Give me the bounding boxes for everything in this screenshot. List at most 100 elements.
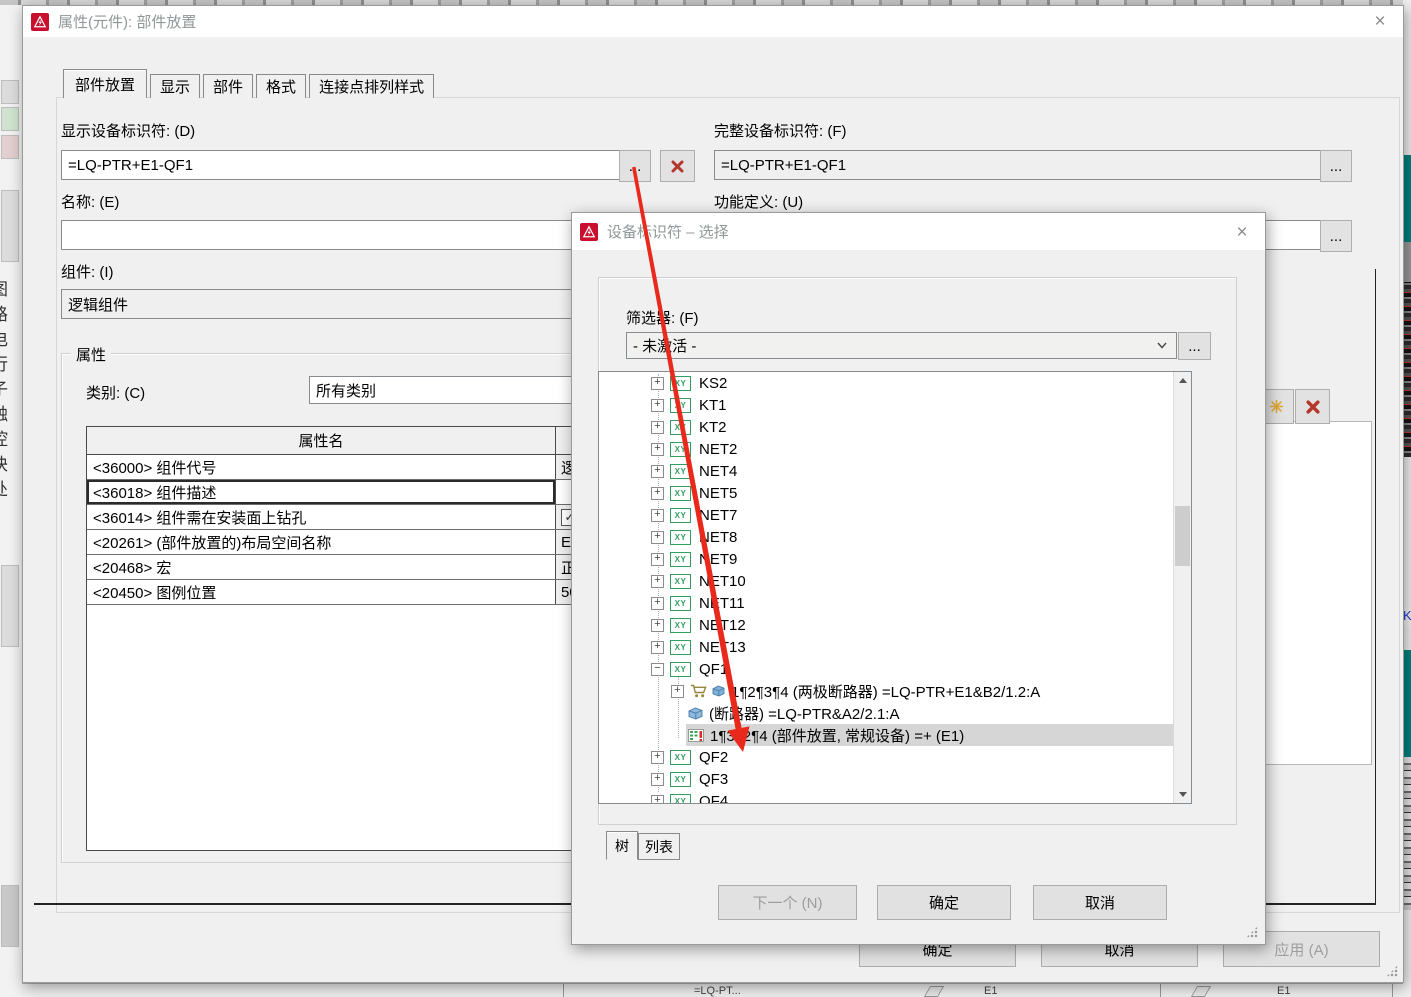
expand-plus-icon[interactable]: + [651, 773, 664, 786]
selection-button-1[interactable]: 确定 [877, 885, 1011, 920]
expand-plus-icon[interactable]: + [651, 487, 664, 500]
tree-item-body[interactable]: XYNET9 [668, 548, 1191, 570]
tab-2[interactable]: 部件 [203, 74, 253, 98]
tab-0[interactable]: 部件放置 [63, 69, 147, 98]
tree-item-body[interactable]: XYNET8 [668, 526, 1191, 548]
tree-item-body[interactable]: XYNET11 [668, 592, 1191, 614]
tree-item-body[interactable]: (断路器) =LQ-PTR&A2/2.1:A [686, 702, 1191, 724]
tree-item-label: QF2 [697, 749, 728, 766]
close-icon[interactable]: × [1231, 222, 1253, 244]
tree-item[interactable]: +1¶2¶3¶4 (两极断路器) =LQ-PTR+E1&B2/1.2:A [599, 680, 1191, 702]
tree-item[interactable]: + XYNET10 [599, 570, 1191, 592]
expand-plus-icon[interactable]: + [651, 575, 664, 588]
tree-item[interactable]: + XYNET12 [599, 614, 1191, 636]
tree-item-label: NET2 [697, 441, 737, 458]
expand-plus-icon[interactable]: + [651, 553, 664, 566]
tree-item-body[interactable]: XYKT2 [668, 416, 1191, 438]
tree-item[interactable]: + XYNET7 [599, 504, 1191, 526]
collapse-minus-icon[interactable]: − [651, 663, 664, 676]
component-input: 逻辑组件 [61, 289, 628, 319]
expand-plus-icon[interactable]: + [651, 443, 664, 456]
tree-item-body[interactable]: XYKT1 [668, 394, 1191, 416]
resize-grip[interactable] [1246, 926, 1258, 938]
tree-item[interactable]: −XYQF1 [599, 658, 1191, 680]
expand-plus-icon[interactable]: + [651, 597, 664, 610]
tree-item[interactable]: + XYKT1 [599, 394, 1191, 416]
tree-item-body[interactable]: XYNET13 [668, 636, 1191, 658]
expand-plus-icon[interactable]: + [651, 531, 664, 544]
tree-item[interactable]: + XYNET2 [599, 438, 1191, 460]
tab-1[interactable]: 显示 [150, 74, 200, 98]
properties-dialog-titlebar[interactable]: 属性(元件): 部件放置 [23, 6, 1403, 37]
divider [1160, 984, 1161, 997]
filter-dropdown[interactable]: - 未激活 - [626, 332, 1177, 359]
property-name-cell[interactable]: <36014> 组件需在安装面上钻孔 [87, 505, 556, 529]
tree-item-body[interactable]: XYNET2 [668, 438, 1191, 460]
tree-item-body[interactable]: XYQF3 [668, 768, 1191, 790]
tree-item[interactable]: + XYNET13 [599, 636, 1191, 658]
tab-3[interactable]: 格式 [256, 74, 306, 98]
device-tree[interactable]: +XYKS2+XYKT1+XYKT2+XYNET2+XYNET4+XYNET5+… [598, 371, 1192, 804]
expand-plus-icon[interactable]: + [651, 509, 664, 522]
filter-browse-button[interactable]: ... [1178, 332, 1211, 360]
displayed-dt-browse-button[interactable]: ... [619, 150, 651, 182]
scroll-down-icon[interactable] [1174, 786, 1191, 803]
expand-plus-icon[interactable]: + [651, 619, 664, 632]
tree-item-body[interactable]: XYNET4 [668, 460, 1191, 482]
tree-item[interactable]: + XYKT2 [599, 416, 1191, 438]
selection-dialog-titlebar[interactable]: 设备标识符 – 选择 [572, 213, 1265, 250]
expand-plus-icon[interactable]: + [671, 685, 684, 698]
property-name-header[interactable]: 属性名 [87, 427, 556, 454]
function-def-browse-button[interactable]: ... [1320, 220, 1352, 252]
tree-item-body[interactable]: XYQF4 [668, 790, 1191, 804]
tree-item-body[interactable]: XYNET5 [668, 482, 1191, 504]
tree-item[interactable]: + XYNET4 [599, 460, 1191, 482]
expand-plus-icon[interactable]: + [651, 641, 664, 654]
tree-item[interactable]: + XYNET11 [599, 592, 1191, 614]
tree-item[interactable]: (断路器) =LQ-PTR&A2/2.1:A [599, 702, 1191, 724]
selection-button-2[interactable]: 取消 [1033, 885, 1167, 920]
delete-property-button[interactable] [1295, 389, 1330, 424]
property-name-cell[interactable]: <36018> 组件描述 [87, 480, 556, 504]
tab-4[interactable]: 连接点排列样式 [309, 74, 434, 98]
tree-item-body[interactable]: XYNET7 [668, 504, 1191, 526]
tree-item-body[interactable]: 1¶2¶3¶4 (两极断路器) =LQ-PTR+E1&B2/1.2:A [688, 680, 1191, 702]
tree-item[interactable]: + XYQF3 [599, 768, 1191, 790]
view-tab-1[interactable]: 列表 [638, 833, 680, 860]
name-input[interactable] [61, 220, 628, 250]
property-name-cell[interactable]: <20468> 宏 [87, 555, 556, 579]
expand-plus-icon[interactable]: + [651, 795, 664, 805]
property-name-cell[interactable]: <36000> 组件代号 [87, 455, 556, 479]
tree-item-body[interactable]: XYNET10 [668, 570, 1191, 592]
scrollbar-thumb[interactable] [1175, 506, 1190, 566]
close-icon[interactable]: × [1369, 11, 1391, 33]
tree-item-body[interactable]: XYNET12 [668, 614, 1191, 636]
tree-item[interactable]: + XYNET8 [599, 526, 1191, 548]
tree-item-body[interactable]: XYQF1 [668, 658, 1191, 680]
background-toolbar-fragment [1, 107, 19, 131]
tree-scrollbar[interactable] [1173, 372, 1191, 803]
expand-plus-icon[interactable]: + [651, 377, 664, 390]
full-dt-browse-button[interactable]: ... [1320, 150, 1352, 182]
expand-plus-icon[interactable]: + [651, 421, 664, 434]
resize-grip[interactable] [1386, 965, 1398, 977]
tree-item[interactable]: + XYQF4 [599, 790, 1191, 804]
expand-plus-icon[interactable]: + [651, 399, 664, 412]
tree-item-body[interactable]: XYQF2 [668, 746, 1191, 768]
tree-item[interactable]: + XYNET5 [599, 482, 1191, 504]
displayed-dt-delete-button[interactable] [660, 150, 695, 182]
expand-plus-icon[interactable]: + [651, 751, 664, 764]
tree-item[interactable]: 1¶3¶2¶4 (部件放置, 常规设备) =+ (E1) [599, 724, 1191, 746]
tree-item[interactable]: + XYNET9 [599, 548, 1191, 570]
property-name-cell[interactable]: <20450> 图例位置 [87, 580, 556, 604]
scroll-up-icon[interactable] [1174, 372, 1191, 389]
property-name-cell[interactable]: <20261> (部件放置的)布局空间名称 [87, 530, 556, 554]
expand-plus-icon[interactable]: + [651, 465, 664, 478]
tree-item-label: NET13 [697, 639, 746, 656]
tree-item[interactable]: + XYQF2 [599, 746, 1191, 768]
displayed-dt-input[interactable]: =LQ-PTR+E1-QF1 [61, 150, 628, 180]
tree-item-body[interactable]: XYKS2 [668, 372, 1191, 394]
tree-item[interactable]: + XYKS2 [599, 372, 1191, 394]
view-tab-0[interactable]: 树 [606, 831, 638, 860]
tree-item-body[interactable]: 1¶3¶2¶4 (部件放置, 常规设备) =+ (E1) [686, 724, 1191, 746]
